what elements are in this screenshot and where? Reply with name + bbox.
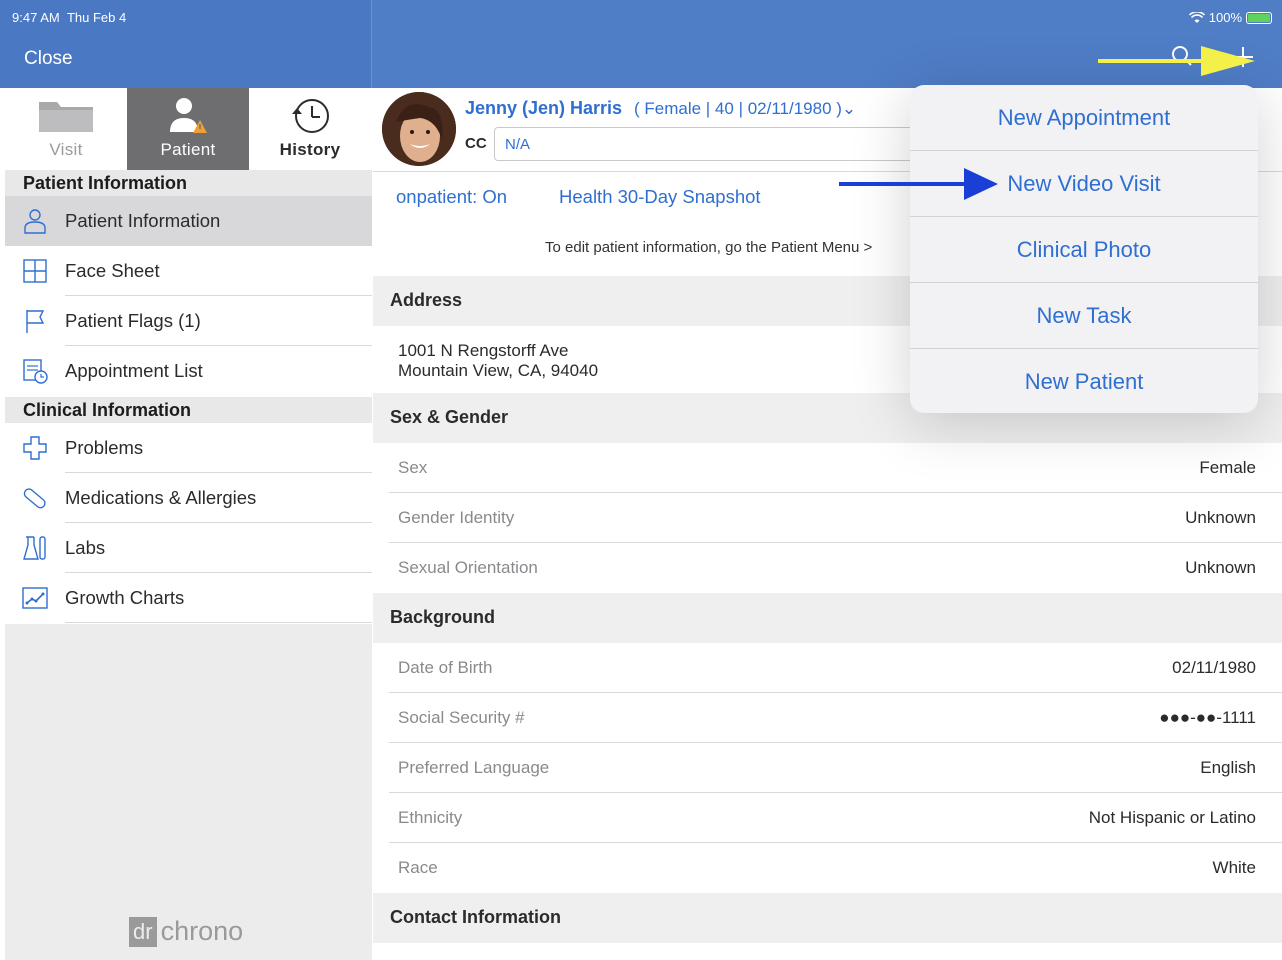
blue-arrow-icon bbox=[839, 168, 998, 200]
row-sex: Sex Female bbox=[389, 443, 1282, 493]
menu-item-label: Clinical Photo bbox=[1016, 237, 1152, 262]
sidebar: Visit Patient History Patient Informatio… bbox=[5, 88, 372, 960]
menu-item-clinical-photo[interactable]: Clinical Photo bbox=[910, 217, 1258, 283]
row-key: Gender Identity bbox=[398, 508, 515, 527]
growth-chart-icon bbox=[22, 587, 48, 609]
flag-icon bbox=[26, 310, 45, 333]
menu-item-new-task[interactable]: New Task bbox=[910, 283, 1258, 349]
pill-icon bbox=[23, 488, 46, 509]
folder-icon bbox=[39, 102, 93, 132]
menu-item-label: New Patient bbox=[1024, 369, 1144, 394]
avatar bbox=[382, 92, 456, 166]
patient-warning-icon bbox=[170, 98, 207, 133]
row-gender-identity: Gender Identity Unknown bbox=[389, 493, 1282, 543]
tab-visit[interactable]: Visit bbox=[5, 88, 127, 170]
row-sexual-orientation: Sexual Orientation Unknown bbox=[389, 543, 1282, 593]
sidebar-item-label: Appointment List bbox=[65, 360, 203, 381]
row-value: English bbox=[1200, 758, 1256, 777]
sidebar-item-label: Labs bbox=[65, 537, 106, 558]
row-value: White bbox=[1212, 858, 1256, 877]
row-key: Ethnicity bbox=[398, 808, 463, 827]
patient-photo bbox=[382, 92, 456, 166]
row-key: Social Security # bbox=[398, 708, 525, 727]
add-menu-popover: New Appointment New Video Visit Clinical… bbox=[910, 85, 1258, 413]
row-key: Sex bbox=[398, 458, 428, 477]
close-button[interactable]: Close bbox=[24, 48, 73, 70]
tab-visit-label: Visit bbox=[49, 140, 83, 159]
sidebar-item-medications-allergies[interactable]: Medications & Allergies bbox=[5, 473, 372, 523]
row-ssn: Social Security # ●●●-●●-1111 bbox=[389, 693, 1282, 743]
menu-item-new-appointment[interactable]: New Appointment bbox=[910, 85, 1258, 151]
patient-name[interactable]: Jenny (Jen) Harris bbox=[465, 98, 622, 119]
row-key: Sexual Orientation bbox=[398, 558, 538, 577]
medical-cross-icon bbox=[23, 436, 47, 460]
grid-icon bbox=[23, 259, 47, 283]
sidebar-item-appointment-list[interactable]: Appointment List bbox=[5, 346, 372, 396]
sidebar-item-label: Medications & Allergies bbox=[65, 487, 257, 508]
menu-item-label: New Video Visit bbox=[1007, 171, 1161, 196]
onpatient-link[interactable]: onpatient: On bbox=[396, 186, 507, 208]
history-clock-icon bbox=[292, 99, 329, 133]
appointment-calendar-icon bbox=[23, 359, 48, 384]
top-bar: 9:47 AM Thu Feb 4 100% Close bbox=[0, 0, 1282, 88]
address-line-1: 1001 N Rengstorff Ave bbox=[398, 341, 569, 360]
person-icon bbox=[24, 209, 46, 234]
sidebar-item-label: Patient Flags (1) bbox=[65, 310, 201, 331]
patient-demographics[interactable]: ( Female | 40 | 02/11/1980 )⌄ bbox=[634, 99, 856, 119]
cc-label: CC bbox=[465, 135, 487, 152]
sidebar-item-face-sheet[interactable]: Face Sheet bbox=[5, 246, 372, 296]
address-line-2: Mountain View, CA, 94040 bbox=[398, 361, 599, 380]
segmented-control: Visit Patient History bbox=[5, 88, 372, 170]
background-header: Background bbox=[373, 593, 1282, 643]
row-ethnicity: Ethnicity Not Hispanic or Latino bbox=[389, 793, 1282, 843]
logo-mark: dr bbox=[129, 916, 157, 947]
row-value: ●●●-●●-1111 bbox=[1159, 708, 1256, 727]
section-patient-information: Patient Information bbox=[5, 170, 372, 196]
status-indicators: 100% bbox=[1188, 10, 1272, 25]
row-value: 02/11/1980 bbox=[1172, 658, 1256, 677]
row-date-of-birth: Date of Birth 02/11/1980 bbox=[389, 643, 1282, 693]
menu-item-label: New Appointment bbox=[997, 105, 1171, 130]
row-preferred-language: Preferred Language English bbox=[389, 743, 1282, 793]
tab-patient-label: Patient bbox=[160, 140, 216, 159]
battery-percent: 100% bbox=[1208, 10, 1242, 25]
sidebar-item-growth-charts[interactable]: Growth Charts bbox=[5, 573, 372, 623]
row-value: Unknown bbox=[1185, 558, 1256, 577]
battery-icon bbox=[1246, 11, 1272, 24]
row-value: Unknown bbox=[1185, 508, 1256, 527]
sidebar-item-patient-information[interactable]: Patient Information bbox=[5, 196, 372, 246]
edit-note: To edit patient information, go the Pati… bbox=[545, 239, 873, 256]
sidebar-item-patient-flags[interactable]: Patient Flags (1) bbox=[5, 296, 372, 346]
tab-patient[interactable]: Patient bbox=[127, 88, 249, 170]
health-snapshot-link[interactable]: Health 30-Day Snapshot bbox=[559, 186, 761, 208]
sidebar-item-label: Growth Charts bbox=[65, 587, 185, 608]
tab-history[interactable]: History bbox=[249, 88, 371, 170]
sidebar-item-label: Problems bbox=[65, 437, 144, 458]
row-key: Date of Birth bbox=[398, 658, 493, 677]
sidebar-item-label: Patient Information bbox=[65, 210, 221, 231]
address-value: 1001 N Rengstorff Ave Mountain View, CA,… bbox=[398, 341, 598, 381]
sidebar-item-problems[interactable]: Problems bbox=[5, 423, 372, 473]
row-key: Preferred Language bbox=[398, 758, 550, 777]
yellow-arrow-icon bbox=[1098, 46, 1255, 76]
row-value: Not Hispanic or Latino bbox=[1088, 808, 1256, 827]
menu-item-new-patient[interactable]: New Patient bbox=[910, 349, 1258, 413]
row-value: Female bbox=[1199, 458, 1256, 477]
flask-icon bbox=[23, 536, 46, 560]
sidebar-item-labs[interactable]: Labs bbox=[5, 523, 372, 573]
status-time: 9:47 AM Thu Feb 4 bbox=[12, 10, 127, 25]
section-clinical-information: Clinical Information bbox=[5, 397, 372, 423]
drchrono-logo: dr chrono bbox=[129, 916, 243, 947]
tab-history-label: History bbox=[279, 140, 341, 159]
wifi-icon bbox=[1188, 11, 1205, 23]
contact-information-header: Contact Information bbox=[373, 893, 1282, 943]
row-key: Race bbox=[398, 858, 438, 877]
row-race: Race White bbox=[389, 843, 1282, 893]
menu-item-label: New Task bbox=[1036, 303, 1132, 328]
logo-word: chrono bbox=[160, 916, 244, 946]
sidebar-item-label: Face Sheet bbox=[65, 260, 160, 281]
divider bbox=[65, 622, 372, 623]
